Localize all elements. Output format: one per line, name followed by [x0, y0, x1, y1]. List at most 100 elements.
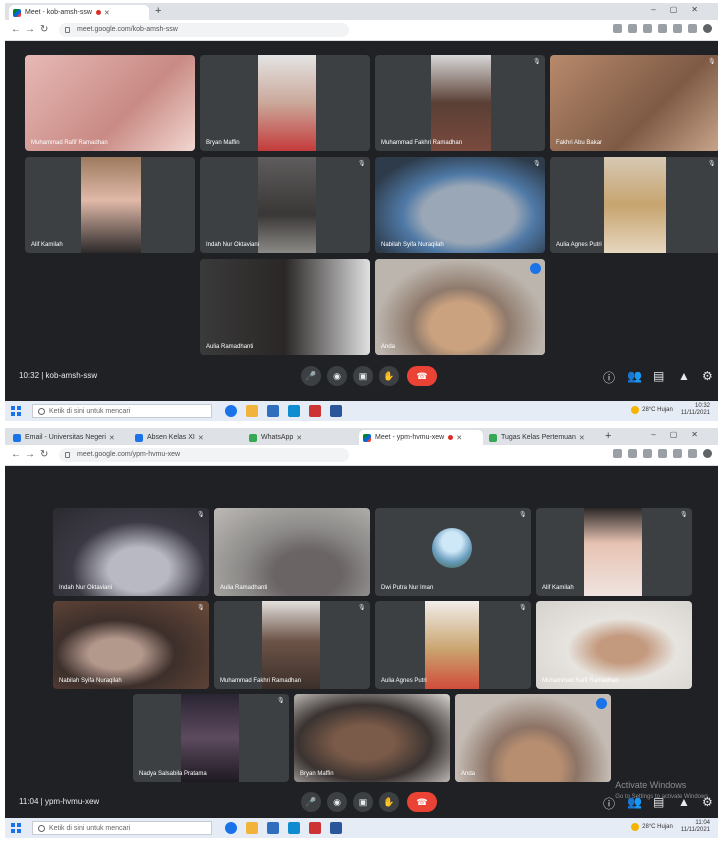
new-tab-button[interactable]: +: [155, 5, 161, 17]
extension-icon[interactable]: [628, 24, 637, 33]
close-tab-icon[interactable]: ✕: [109, 434, 115, 442]
clock[interactable]: 11:04 11/11/2021: [681, 820, 710, 834]
extension-icon[interactable]: [673, 24, 682, 33]
close-tab-icon[interactable]: ✕: [198, 434, 204, 442]
people-icon[interactable]: 👥: [627, 795, 642, 809]
edge-icon[interactable]: [225, 822, 237, 834]
app-icon[interactable]: [309, 405, 321, 417]
participant-tile[interactable]: Alif Kamilah: [25, 157, 195, 253]
end-call-icon[interactable]: ☎: [407, 792, 437, 812]
participant-tile-self[interactable]: Anda: [375, 259, 545, 355]
chat-icon[interactable]: ▤: [653, 795, 664, 809]
present-icon[interactable]: ▣: [353, 792, 373, 812]
forward-icon[interactable]: →: [25, 449, 35, 460]
info-icon[interactable]: ⓘ: [603, 369, 615, 386]
activities-icon[interactable]: ▲: [678, 795, 690, 809]
taskbar-search-input[interactable]: Ketik di sini untuk mencari: [32, 821, 212, 835]
weather-widget[interactable]: 28°C Hujan: [631, 406, 673, 414]
window-controls[interactable]: –▢✕: [651, 430, 712, 439]
people-icon[interactable]: 👥: [627, 369, 642, 383]
profile-avatar[interactable]: [703, 449, 712, 458]
participant-tile-self[interactable]: Anda: [455, 694, 611, 782]
extension-icon[interactable]: [613, 449, 622, 458]
extension-icon[interactable]: [613, 24, 622, 33]
host-controls-icon[interactable]: ⚙: [702, 795, 713, 809]
activities-icon[interactable]: ▲: [678, 369, 690, 383]
reload-icon[interactable]: ↻: [40, 24, 48, 35]
file-explorer-icon[interactable]: [246, 405, 258, 417]
participant-tile[interactable]: 🎙 Aulia Agnes Putri: [550, 157, 718, 253]
extension-icon[interactable]: [688, 24, 697, 33]
edge-icon[interactable]: [225, 405, 237, 417]
participant-tile[interactable]: 🎙 Aulia Agnes Putri: [375, 601, 531, 689]
window-controls[interactable]: –▢✕: [651, 5, 712, 14]
windows-start-icon[interactable]: [11, 823, 21, 833]
tab-absen[interactable]: Absen Kelas XI ✕: [131, 430, 243, 445]
extension-icon[interactable]: [658, 24, 667, 33]
close-tab-icon[interactable]: ✕: [104, 9, 110, 17]
tab-meet[interactable]: Meet - ypm-hvmu-xew ✕: [359, 430, 483, 445]
profile-avatar[interactable]: [703, 24, 712, 33]
participant-tile[interactable]: Aulia Ramadhanti: [200, 259, 370, 355]
address-input[interactable]: meet.google.com/kob-amsh-ssw: [59, 23, 349, 37]
participant-tile[interactable]: 🎙 Alif Kamilah: [536, 508, 692, 596]
participant-tile[interactable]: 🎙 Muhammad Fakhri Ramadhan: [375, 55, 545, 151]
chat-icon[interactable]: ▤: [653, 369, 664, 383]
info-icon[interactable]: ⓘ: [603, 795, 615, 812]
extension-icon[interactable]: [658, 449, 667, 458]
new-tab-button[interactable]: +: [605, 430, 611, 442]
extension-icon[interactable]: [643, 449, 652, 458]
mail-icon[interactable]: [267, 405, 279, 417]
address-input[interactable]: meet.google.com/ypm-hvmu-xew: [59, 448, 349, 462]
participant-tile[interactable]: Bryan Maffin: [200, 55, 370, 151]
participant-tile[interactable]: 🎙 Indah Nur Oktaviani: [53, 508, 209, 596]
mic-icon[interactable]: 🎤: [301, 366, 321, 386]
windows-start-icon[interactable]: [11, 406, 21, 416]
camera-icon[interactable]: ◉: [327, 366, 347, 386]
weather-widget[interactable]: 28°C Hujan: [631, 823, 673, 831]
present-icon[interactable]: ▣: [353, 366, 373, 386]
file-explorer-icon[interactable]: [246, 822, 258, 834]
participant-tile[interactable]: 🎙 Nadya Salsabila Pratama: [133, 694, 289, 782]
host-controls-icon[interactable]: ⚙: [702, 369, 713, 383]
tab-meet[interactable]: Meet - kob-amsh-ssw ✕: [9, 5, 149, 20]
app-icon[interactable]: [309, 822, 321, 834]
forward-icon[interactable]: →: [25, 24, 35, 35]
extension-icon[interactable]: [673, 449, 682, 458]
word-icon[interactable]: [330, 405, 342, 417]
tab-email[interactable]: Email - Universitas Negeri ✕: [9, 430, 129, 445]
clock[interactable]: 10:32 11/11/2021: [681, 403, 710, 417]
back-icon[interactable]: ←: [11, 24, 21, 35]
close-tab-icon[interactable]: ✕: [296, 434, 302, 442]
end-call-icon[interactable]: ☎: [407, 366, 437, 386]
store-icon[interactable]: [288, 822, 300, 834]
raise-hand-icon[interactable]: ✋: [379, 366, 399, 386]
participant-tile[interactable]: 🎙 Nabilah Syifa Nuraqilah: [53, 601, 209, 689]
back-icon[interactable]: ←: [11, 449, 21, 460]
tab-whatsapp[interactable]: WhatsApp ✕: [245, 430, 357, 445]
participant-tile[interactable]: Muhammad Rafif Ramadhan: [25, 55, 195, 151]
close-tab-icon[interactable]: ✕: [456, 434, 462, 442]
participant-tile[interactable]: 🎙 Indah Nur Oktaviani: [200, 157, 370, 253]
extension-icon[interactable]: [628, 449, 637, 458]
participant-tile[interactable]: 🎙 Dwi Putra Nur Iman: [375, 508, 531, 596]
participant-tile[interactable]: 🎙 Muhammad Fakhri Ramadhan: [214, 601, 370, 689]
raise-hand-icon[interactable]: ✋: [379, 792, 399, 812]
camera-icon[interactable]: ◉: [327, 792, 347, 812]
extension-icon[interactable]: [688, 449, 697, 458]
mail-icon[interactable]: [267, 822, 279, 834]
participant-video: [53, 601, 209, 689]
mic-icon[interactable]: 🎤: [301, 792, 321, 812]
word-icon[interactable]: [330, 822, 342, 834]
reload-icon[interactable]: ↻: [40, 449, 48, 460]
participant-tile[interactable]: Bryan Maffin: [294, 694, 450, 782]
close-tab-icon[interactable]: ✕: [579, 434, 585, 442]
extension-icon[interactable]: [643, 24, 652, 33]
participant-tile[interactable]: Muhammad Rafif Ramadhan: [536, 601, 692, 689]
store-icon[interactable]: [288, 405, 300, 417]
taskbar-search-input[interactable]: Ketik di sini untuk mencari: [32, 404, 212, 418]
participant-tile[interactable]: Aulia Ramadhanti: [214, 508, 370, 596]
participant-tile[interactable]: 🎙 Nabilah Syifa Nuraqilah: [375, 157, 545, 253]
tab-tugas[interactable]: Tugas Kelas Pertemuan ✕: [485, 430, 601, 445]
participant-tile[interactable]: 🎙 Fakhri Abu Bakar: [550, 55, 718, 151]
